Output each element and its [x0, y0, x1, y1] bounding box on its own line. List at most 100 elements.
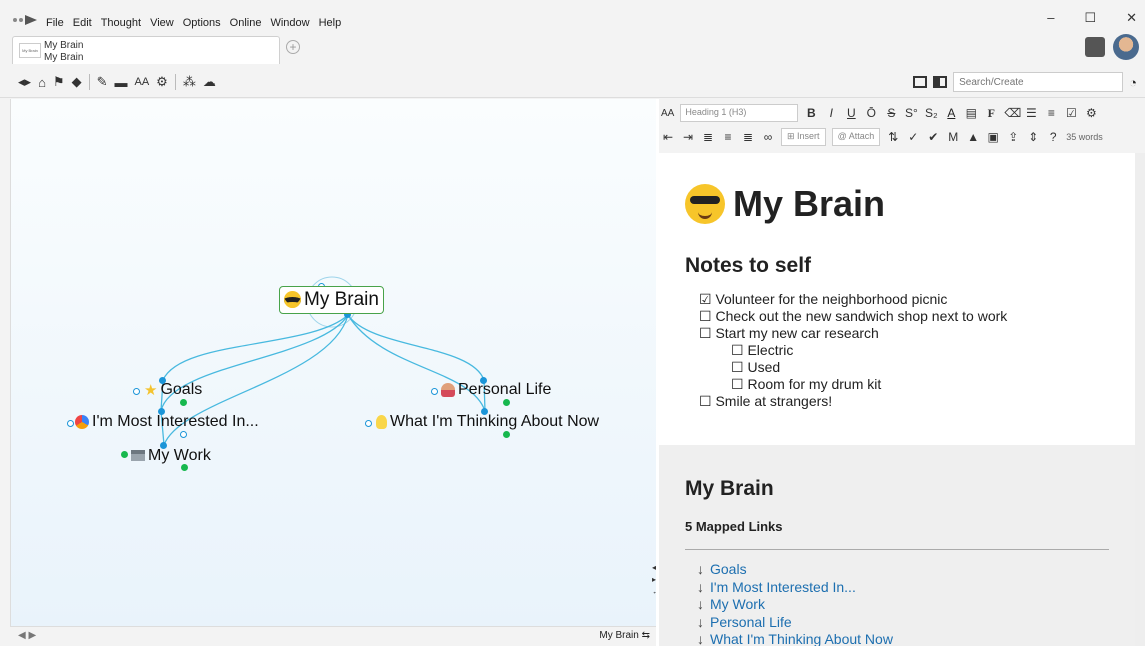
- checkbox-icon[interactable]: ☐: [699, 308, 712, 324]
- checkbox-icon[interactable]: ☐: [699, 325, 712, 341]
- search-input[interactable]: [953, 72, 1124, 92]
- mapped-link[interactable]: ↓ Personal Life: [697, 614, 893, 632]
- menu-window[interactable]: Window: [270, 17, 309, 29]
- superscript-icon[interactable]: S°: [904, 106, 918, 120]
- highlight-icon[interactable]: ▤: [964, 106, 978, 120]
- back-forward-icon[interactable]: ◂▸: [18, 74, 31, 90]
- layout-side-icon[interactable]: [933, 76, 948, 88]
- menu-file[interactable]: File: [46, 17, 64, 29]
- checklist-item[interactable]: ☐ Smile at strangers!: [699, 393, 1007, 410]
- eraser-icon[interactable]: ⌫: [1004, 106, 1021, 120]
- thought-my-brain[interactable]: My Brain: [279, 286, 384, 314]
- toolbar-divider: [174, 74, 176, 90]
- checklist-item[interactable]: ☐ Start my new car research: [699, 325, 1007, 342]
- checklist-item[interactable]: ☐ Check out the new sandwich shop next t…: [699, 308, 1007, 325]
- menu-view[interactable]: View: [150, 17, 174, 29]
- maximize-button[interactable]: ☐: [1084, 10, 1096, 26]
- thought-my-work[interactable]: My Work: [121, 447, 211, 465]
- thought-im-most-interested-in[interactable]: I'm Most Interested In...: [75, 413, 259, 431]
- brain-tab[interactable]: My Brain My Brain My Brain: [12, 36, 280, 64]
- menu-edit[interactable]: Edit: [73, 17, 92, 29]
- font-icon[interactable]: F: [984, 106, 998, 120]
- avatar[interactable]: [1113, 34, 1139, 60]
- indent-icon[interactable]: ⇥: [681, 130, 695, 144]
- hat-icon[interactable]: ▲: [966, 130, 980, 144]
- cloud-icon[interactable]: ☁: [203, 74, 216, 90]
- thebrain-logo-icon[interactable]: [12, 14, 38, 26]
- attach-button[interactable]: @ Attach: [831, 128, 881, 146]
- thought-personal-life[interactable]: Personal Life: [441, 381, 551, 399]
- text-color-icon[interactable]: A: [944, 106, 958, 120]
- collapse-icon[interactable]: ⇕: [1026, 130, 1040, 144]
- menu-online[interactable]: Online: [230, 17, 262, 29]
- outdent-icon[interactable]: ⇤: [661, 130, 675, 144]
- bold-icon[interactable]: B: [804, 106, 818, 120]
- underline-icon[interactable]: U: [844, 106, 858, 120]
- checklist-item[interactable]: ☐ Room for my drum kit: [699, 376, 1007, 393]
- notes-scrollbar[interactable]: [1135, 153, 1145, 646]
- checklist-item[interactable]: ☐ Electric: [699, 342, 1007, 359]
- align-left-icon[interactable]: ≣: [701, 130, 715, 144]
- menu-thought[interactable]: Thought: [101, 17, 141, 29]
- align-center-icon[interactable]: ≡: [721, 130, 735, 144]
- checkbox-icon[interactable]: ☐: [731, 359, 744, 375]
- search-icon[interactable]: ◔: [1129, 75, 1137, 90]
- pin-icon[interactable]: ✎: [97, 74, 108, 90]
- italic-icon[interactable]: I: [824, 106, 838, 120]
- link-icon[interactable]: ∞: [761, 130, 775, 144]
- mapped-link[interactable]: ↓ I'm Most Interested In...: [697, 579, 893, 597]
- folder-icon[interactable]: ▬: [114, 75, 127, 90]
- menu-options[interactable]: Options: [183, 17, 221, 29]
- mapped-link[interactable]: ↓ Goals: [697, 561, 893, 579]
- gate[interactable]: [133, 388, 140, 395]
- mapped-link[interactable]: ↓ My Work: [697, 596, 893, 614]
- numbered-list-icon[interactable]: ≡: [1044, 106, 1058, 120]
- markdown-icon[interactable]: M: [946, 130, 960, 144]
- help-icon[interactable]: ?: [1046, 130, 1060, 144]
- font-size-icon[interactable]: AA: [661, 108, 674, 119]
- gate[interactable]: [365, 420, 372, 427]
- menu-help[interactable]: Help: [319, 17, 342, 29]
- sort-icon[interactable]: ⇅: [886, 130, 900, 144]
- layout-bottom-icon[interactable]: [913, 76, 928, 88]
- checkbox-icon[interactable]: ☑: [1064, 106, 1078, 120]
- spellcheck-options-icon[interactable]: ✔: [926, 130, 940, 144]
- subscript-icon[interactable]: S₂: [924, 106, 938, 120]
- notes-editor[interactable]: My Brain Notes to self ☑ Volunteer for t…: [659, 153, 1135, 646]
- checklist-item[interactable]: ☑ Volunteer for the neighborhood picnic: [699, 291, 1007, 308]
- gate[interactable]: [431, 388, 438, 395]
- current-thought-label[interactable]: My Brain ⇆: [599, 630, 650, 641]
- tag-icon[interactable]: ◆: [72, 74, 82, 90]
- thought-what-im-thinking-about-now[interactable]: What I'm Thinking About Now: [376, 413, 599, 431]
- font-size-icon[interactable]: AA: [134, 76, 149, 88]
- export-icon[interactable]: ⇪: [1006, 130, 1020, 144]
- checkbox-icon[interactable]: ☐: [699, 393, 712, 409]
- home-icon[interactable]: ⌂: [38, 75, 46, 90]
- thought-goals[interactable]: ★ Goals: [144, 381, 202, 399]
- gate[interactable]: [67, 420, 74, 427]
- mapped-link[interactable]: ↓ What I'm Thinking About Now: [697, 631, 893, 646]
- heading-select[interactable]: Heading 1 (H3): [680, 104, 799, 122]
- plex-map-view[interactable]: My Brain ★ Goals I'm Most Interested In..…: [10, 99, 656, 626]
- spellcheck-icon[interactable]: ✓: [906, 130, 920, 144]
- ai-icon[interactable]: ⚙: [156, 74, 168, 90]
- checkbox-icon[interactable]: ☐: [731, 342, 744, 358]
- close-button[interactable]: ✕: [1126, 10, 1137, 26]
- layout-icon[interactable]: ⁂: [183, 74, 196, 90]
- strikethrough-icon[interactable]: S: [884, 106, 898, 120]
- types-icon[interactable]: ⚑: [53, 74, 65, 90]
- print-icon[interactable]: ▣: [986, 130, 1000, 144]
- bullet-list-icon[interactable]: ☰: [1024, 106, 1038, 120]
- insert-button[interactable]: ⊞ Insert: [781, 128, 826, 146]
- minimize-button[interactable]: –: [1047, 10, 1054, 26]
- history-arrows-icon[interactable]: ◀ ▶: [18, 630, 36, 641]
- ai-icon[interactable]: ⚙: [1084, 106, 1098, 120]
- title-bar: File Edit Thought View Options Online Wi…: [0, 0, 1145, 36]
- checkbox-icon[interactable]: ☐: [731, 376, 744, 392]
- overline-icon[interactable]: Ō: [864, 106, 878, 120]
- align-right-icon[interactable]: ≣: [741, 130, 755, 144]
- checklist-item[interactable]: ☐ Used: [699, 359, 1007, 376]
- add-tab-icon[interactable]: +: [286, 40, 300, 54]
- checkbox-checked-icon[interactable]: ☑: [699, 291, 712, 307]
- cube-icon[interactable]: [1085, 37, 1105, 57]
